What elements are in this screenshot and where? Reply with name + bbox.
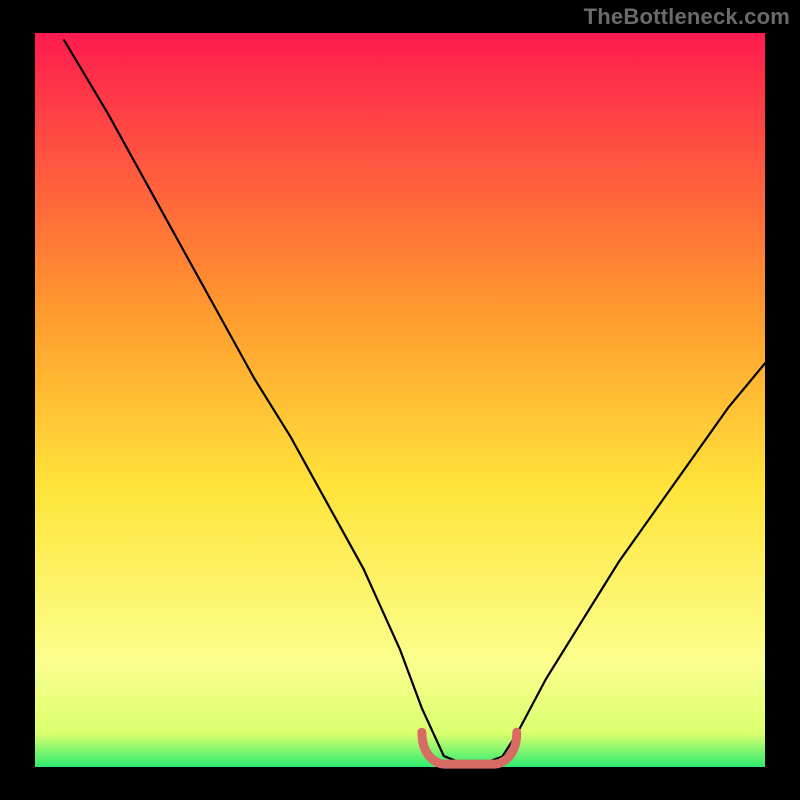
chart-frame: TheBottleneck.com bbox=[0, 0, 800, 800]
bottleneck-plot bbox=[0, 0, 800, 800]
attribution-label: TheBottleneck.com bbox=[584, 4, 790, 30]
plot-background bbox=[35, 33, 765, 767]
